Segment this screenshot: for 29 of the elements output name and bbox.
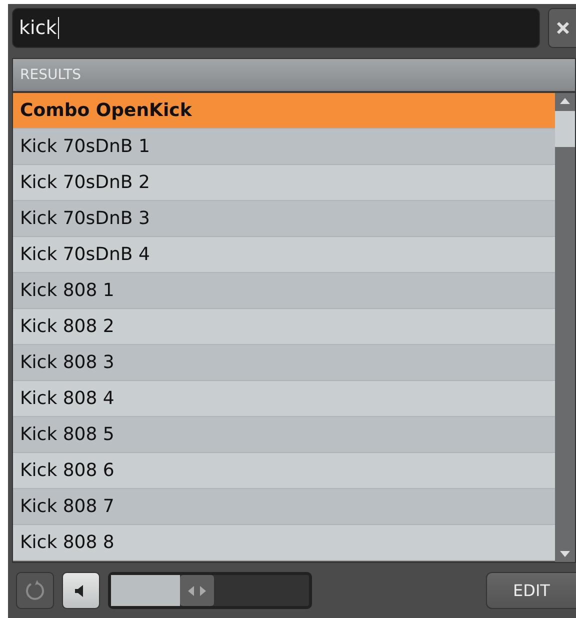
search-text: kick <box>19 17 57 39</box>
result-item[interactable]: Kick 808 8 <box>13 525 555 561</box>
result-item[interactable]: Kick 70sDnB 2 <box>13 165 555 201</box>
scroll-down-icon[interactable] <box>560 551 570 557</box>
close-button[interactable] <box>548 8 576 48</box>
result-item[interactable]: Kick 70sDnB 4 <box>13 237 555 273</box>
handle-arrows-icon <box>188 586 206 596</box>
result-item[interactable]: Kick 808 3 <box>13 345 555 381</box>
result-item[interactable]: Kick 808 2 <box>13 309 555 345</box>
scrollbar[interactable] <box>555 93 575 562</box>
search-field[interactable]: kick <box>12 8 540 48</box>
result-item[interactable]: Kick 808 6 <box>13 453 555 489</box>
result-item[interactable]: Kick 808 4 <box>13 381 555 417</box>
close-icon <box>556 21 570 35</box>
slider-handle[interactable] <box>180 575 214 606</box>
result-item[interactable]: Kick 808 5 <box>13 417 555 453</box>
result-item[interactable]: Kick 70sDnB 3 <box>13 201 555 237</box>
refresh-icon <box>24 580 46 602</box>
result-item[interactable]: Kick 808 1 <box>13 273 555 309</box>
preview-button[interactable] <box>62 572 100 609</box>
volume-slider[interactable] <box>108 572 312 609</box>
result-item[interactable]: Kick 808 7 <box>13 489 555 525</box>
edit-button[interactable]: EDIT <box>486 572 576 609</box>
refresh-button[interactable] <box>16 572 54 609</box>
results-header: RESULTS <box>13 59 575 93</box>
scroll-up-icon[interactable] <box>560 98 570 104</box>
result-item[interactable]: Combo OpenKick <box>13 93 555 129</box>
scroll-thumb[interactable] <box>555 111 575 147</box>
result-item[interactable]: Kick 70sDnB 1 <box>13 129 555 165</box>
